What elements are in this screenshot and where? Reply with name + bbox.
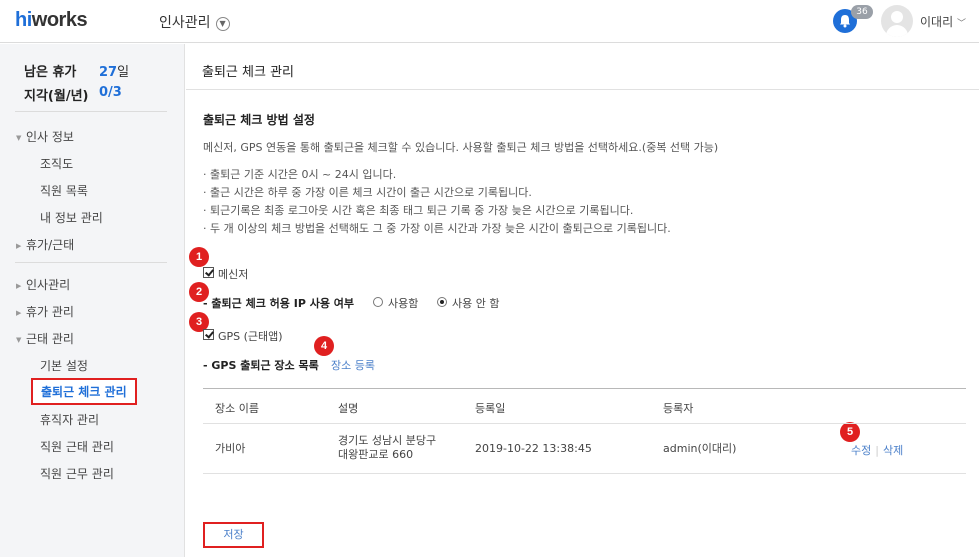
sidebar-item-my-info[interactable]: 내 정보 관리 — [40, 209, 103, 226]
section-title: 출퇴근 체크 방법 설정 — [203, 113, 315, 127]
caret-right-icon: ▶ — [16, 309, 22, 317]
column-header: 장소 이름 — [215, 402, 259, 415]
messenger-checkbox-label: 메신저 — [218, 268, 249, 281]
user-chevron-icon: ﹀ — [956, 19, 966, 29]
ip-not-use-radio[interactable] — [437, 297, 447, 307]
info-bullet: · 두 개 이상의 체크 방법을 선택해도 그 중 가장 이른 시간과 가장 늦… — [203, 222, 671, 235]
sidebar-section-vacation-attendance[interactable]: ▶ 휴가/근태 — [16, 236, 74, 253]
chevron-down-icon: ▼ — [215, 17, 230, 31]
caret-down-icon: ▼ — [16, 134, 22, 142]
row-actions: 수정 | 삭제 — [851, 444, 904, 457]
sidebar-divider — [15, 262, 167, 263]
info-bullet: · 퇴근기록은 최종 로그아웃 시간 혹은 최종 태그 퇴근 기록 중 가장 늦… — [203, 204, 634, 217]
sidebar-section-hr-admin[interactable]: ▶ 인사관리 — [16, 276, 70, 293]
app-menu-dropdown[interactable]: 인사관리 ▼ — [159, 12, 230, 32]
ip-use-label: 사용함 — [388, 297, 419, 310]
registered-date-cell: 2019-10-22 13:38:45 — [475, 442, 592, 455]
title-divider — [186, 89, 979, 90]
late-count-stat: 지각(월/년) 0/3 — [24, 85, 122, 104]
step-marker-1: 1 — [189, 247, 209, 267]
sidebar-item-employee-list[interactable]: 직원 목록 — [40, 182, 88, 199]
sidebar-section-attendance-admin[interactable]: ▼ 근태 관리 — [16, 330, 74, 347]
main-content: 출퇴근 체크 관리 출퇴근 체크 방법 설정 메신저, GPS 연동을 통해 출… — [186, 44, 979, 557]
gps-checkbox-label: GPS (근태앱) — [218, 330, 283, 343]
column-header: 설명 — [338, 402, 359, 415]
ip-not-use-label: 사용 안 함 — [452, 297, 500, 310]
caret-right-icon: ▶ — [16, 282, 22, 290]
edit-link[interactable]: 수정 — [851, 444, 871, 457]
sidebar-section-vacation-admin[interactable]: ▶ 휴가 관리 — [16, 303, 74, 320]
hiworks-logo[interactable]: hiworks — [15, 9, 88, 32]
place-desc-cell: 경기도 성남시 분당구 대왕판교로 660 — [338, 434, 437, 461]
ip-option-title: - 출퇴근 체크 허용 IP 사용 여부 — [203, 297, 355, 310]
caret-down-icon: ▼ — [16, 336, 22, 344]
info-bullet: · 출근 시간은 하루 중 가장 이른 체크 시간이 출근 시간으로 기록됩니다… — [203, 186, 532, 199]
sidebar: 남은 휴가 27일 지각(월/년) 0/3 ▼ 인사 정보 조직도 직원 목록 내… — [0, 44, 185, 557]
sidebar-item-org-chart[interactable]: 조직도 — [40, 155, 73, 172]
gps-checkbox[interactable] — [203, 329, 214, 340]
page-title: 출퇴근 체크 관리 — [202, 65, 294, 80]
sidebar-section-hr-info[interactable]: ▼ 인사 정보 — [16, 128, 74, 145]
register-place-link[interactable]: 장소 등록 — [331, 357, 375, 373]
delete-link[interactable]: 삭제 — [883, 444, 903, 457]
sidebar-item-basic-settings[interactable]: 기본 설정 — [40, 357, 88, 374]
save-button[interactable]: 저장 — [203, 522, 264, 548]
sidebar-item-employee-work[interactable]: 직원 근무 관리 — [40, 465, 114, 482]
column-header: 등록일 — [475, 402, 506, 415]
table-header: 장소 이름 설명 등록일 등록자 — [203, 388, 966, 424]
messenger-checkbox[interactable] — [203, 267, 214, 278]
sidebar-divider — [15, 111, 167, 112]
app-menu-label: 인사관리 — [159, 15, 211, 31]
gps-list-title: - GPS 출퇴근 장소 목록 — [203, 359, 319, 372]
remaining-vacation-stat: 남은 휴가 27일 — [24, 65, 130, 80]
notification-count-badge: 36 — [851, 5, 873, 19]
sidebar-item-employee-attendance[interactable]: 직원 근태 관리 — [40, 438, 114, 455]
user-menu[interactable]: 이대리 ﹀ — [920, 13, 966, 30]
user-name: 이대리 — [920, 15, 954, 29]
ip-use-radio[interactable] — [373, 297, 383, 307]
sidebar-item-commute-check[interactable]: 출퇴근 체크 관리 — [31, 378, 137, 405]
column-header: 등록자 — [663, 402, 694, 415]
late-count-value[interactable]: 0/3 — [99, 85, 122, 100]
info-bullet: · 출퇴근 기준 시간은 0시 ~ 24시 입니다. — [203, 168, 397, 181]
user-avatar[interactable] — [881, 5, 913, 37]
registrant-cell: admin(이대리) — [663, 442, 737, 455]
remaining-vacation-value[interactable]: 27 — [99, 65, 117, 80]
top-header: hiworks 인사관리 ▼ 36 이대리 ﹀ — [0, 0, 979, 43]
section-description: 메신저, GPS 연동을 통해 출퇴근을 체크할 수 있습니다. 사용할 출퇴근… — [203, 141, 719, 154]
caret-right-icon: ▶ — [16, 242, 22, 250]
table-row: 가비아 경기도 성남시 분당구 대왕판교로 660 2019-10-22 13:… — [203, 424, 966, 474]
place-name-cell: 가비아 — [215, 442, 246, 455]
sidebar-item-leave-employees[interactable]: 휴직자 관리 — [40, 411, 99, 428]
step-marker-4: 4 — [314, 336, 334, 356]
